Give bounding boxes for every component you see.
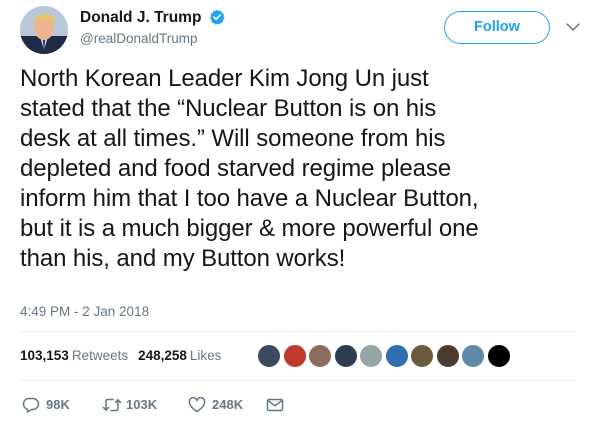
retweets-label: Retweets — [71, 348, 129, 363]
follow-button[interactable]: Follow — [444, 11, 550, 44]
user-identity: Donald J. Trump @realDonaldTrump — [80, 9, 225, 46]
display-name[interactable]: Donald J. Trump — [80, 9, 201, 27]
chevron-down-icon[interactable] — [565, 20, 581, 34]
likes-label: Likes — [189, 348, 222, 363]
retweet-icon — [102, 398, 122, 412]
verified-badge-icon — [209, 9, 225, 25]
divider — [20, 331, 576, 332]
liker-avatar[interactable] — [384, 344, 409, 368]
tweet-timestamp[interactable]: 4:49 PM - 2 Jan 2018 — [20, 304, 149, 319]
liker-avatar[interactable] — [461, 344, 485, 368]
reply-count: 98K — [46, 397, 70, 412]
heart-icon — [188, 397, 206, 413]
retweets-stat[interactable]: 103,153 Retweets — [20, 348, 128, 363]
liker-avatar[interactable] — [333, 344, 358, 368]
envelope-icon — [266, 398, 284, 412]
liker-avatar[interactable] — [282, 344, 307, 368]
divider — [20, 380, 576, 381]
user-handle[interactable]: @realDonaldTrump — [80, 31, 225, 46]
tweet-text: North Korean Leader Kim Jong Un just sta… — [20, 65, 479, 272]
reply-icon — [22, 397, 40, 413]
likes-count: 248,258 — [138, 348, 187, 363]
tweet-actions: 98K 103K 248K — [22, 396, 322, 414]
retweet-count: 103K — [126, 397, 158, 412]
tweet-stats: 103,153 Retweets 248,258 Likes — [20, 348, 221, 363]
tweet-header: Donald J. Trump @realDonaldTrump Follow — [20, 6, 580, 58]
retweets-count: 103,153 — [20, 348, 69, 363]
liker-avatar[interactable] — [359, 344, 383, 368]
avatar-portrait-icon — [20, 6, 68, 54]
liker-avatar[interactable] — [435, 344, 460, 368]
liker-avatar[interactable] — [308, 344, 332, 368]
user-avatar[interactable] — [20, 6, 68, 54]
likes-stat[interactable]: 248,258 Likes — [138, 348, 221, 363]
liker-avatar[interactable] — [410, 344, 434, 368]
like-count: 248K — [212, 397, 244, 412]
liker-avatar[interactable] — [486, 344, 511, 368]
liker-avatar[interactable] — [257, 344, 281, 368]
